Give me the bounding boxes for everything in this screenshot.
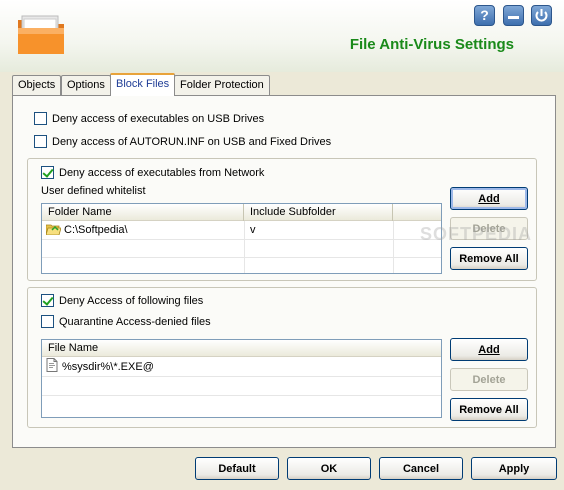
quarantine-option[interactable]: Quarantine Access-denied files	[41, 315, 211, 328]
autorun-option[interactable]: Deny access of AUTORUN.INF on USB and Fi…	[34, 135, 331, 148]
folder-icon	[45, 223, 62, 241]
files-remove-all-button[interactable]: Remove All	[450, 398, 528, 421]
grid-line	[393, 221, 394, 273]
window-title: File Anti-Virus Settings	[349, 36, 514, 53]
network-checkbox[interactable]	[41, 166, 54, 179]
folder-name-cell: C:\Softpedia\	[64, 224, 128, 236]
following-files-checkbox[interactable]	[41, 294, 54, 307]
folder-app-icon	[14, 10, 70, 58]
default-button[interactable]: Default	[195, 457, 279, 480]
cancel-button[interactable]: Cancel	[379, 457, 463, 480]
help-icon[interactable]: ?	[474, 5, 495, 26]
network-label: Deny access of executables from Network	[59, 167, 265, 179]
ok-button[interactable]: OK	[287, 457, 371, 480]
autorun-label: Deny access of AUTORUN.INF on USB and Fi…	[52, 136, 332, 148]
block-files-panel: Deny access of executables on USB Drives…	[12, 95, 556, 448]
network-add-button[interactable]: Add	[450, 187, 528, 210]
tab-block-files[interactable]: Block Files	[110, 73, 176, 96]
column-folder-name[interactable]: Folder Name	[42, 204, 244, 221]
grid-line	[42, 376, 441, 377]
following-files-group: Deny Access of following files Quarantin…	[27, 287, 537, 428]
file-list-header: File Name	[42, 340, 441, 357]
file-name-cell: %sysdir%\*.EXE@	[62, 361, 154, 373]
following-files-option[interactable]: Deny Access of following files	[41, 294, 203, 307]
file-icon	[46, 358, 59, 378]
table-row[interactable]: C:\Softpedia\	[45, 221, 128, 241]
include-subfolder-cell: v	[250, 224, 256, 236]
file-list-table[interactable]: File Name %sysdir%\*.EXE@	[41, 339, 442, 418]
autorun-checkbox[interactable]	[34, 135, 47, 148]
table-row[interactable]: %sysdir%\*.EXE@	[46, 358, 154, 376]
network-option[interactable]: Deny access of executables from Network	[41, 166, 264, 179]
column-file-name[interactable]: File Name	[42, 340, 441, 357]
network-remove-all-button[interactable]: Remove All	[450, 247, 528, 270]
quarantine-checkbox[interactable]	[41, 315, 54, 328]
column-include-subfolder[interactable]: Include Subfolder	[244, 204, 393, 221]
header-banner: ? File Anti-Virus Settings	[0, 0, 564, 72]
grid-line	[42, 257, 441, 258]
usb-exec-checkbox[interactable]	[34, 112, 47, 125]
tab-options[interactable]: Options	[61, 75, 111, 95]
whitelist-label: User defined whitelist	[41, 185, 146, 197]
tab-objects[interactable]: Objects	[12, 75, 62, 95]
whitelist-table[interactable]: Folder Name Include Subfolder C:\Softped…	[41, 203, 442, 274]
watermark: SOFTPEDIA	[420, 224, 533, 244]
usb-exec-option[interactable]: Deny access of executables on USB Drives	[34, 112, 264, 125]
grid-line	[42, 239, 441, 240]
power-icon[interactable]	[531, 5, 552, 26]
whitelist-header: Folder Name Include Subfolder	[42, 204, 441, 221]
apply-button[interactable]: Apply	[471, 457, 557, 480]
quarantine-label: Quarantine Access-denied files	[59, 316, 211, 328]
minimize-icon[interactable]	[503, 5, 524, 26]
following-files-label: Deny Access of following files	[59, 295, 204, 307]
grid-line	[244, 221, 245, 273]
files-delete-button[interactable]: Delete	[450, 368, 528, 391]
files-add-button[interactable]: Add	[450, 338, 528, 361]
column-empty	[393, 204, 441, 221]
tab-folder-protection[interactable]: Folder Protection	[174, 75, 270, 95]
grid-line	[42, 395, 441, 396]
usb-exec-label: Deny access of executables on USB Drives	[52, 113, 265, 125]
network-group: Deny access of executables from Network …	[27, 158, 537, 281]
